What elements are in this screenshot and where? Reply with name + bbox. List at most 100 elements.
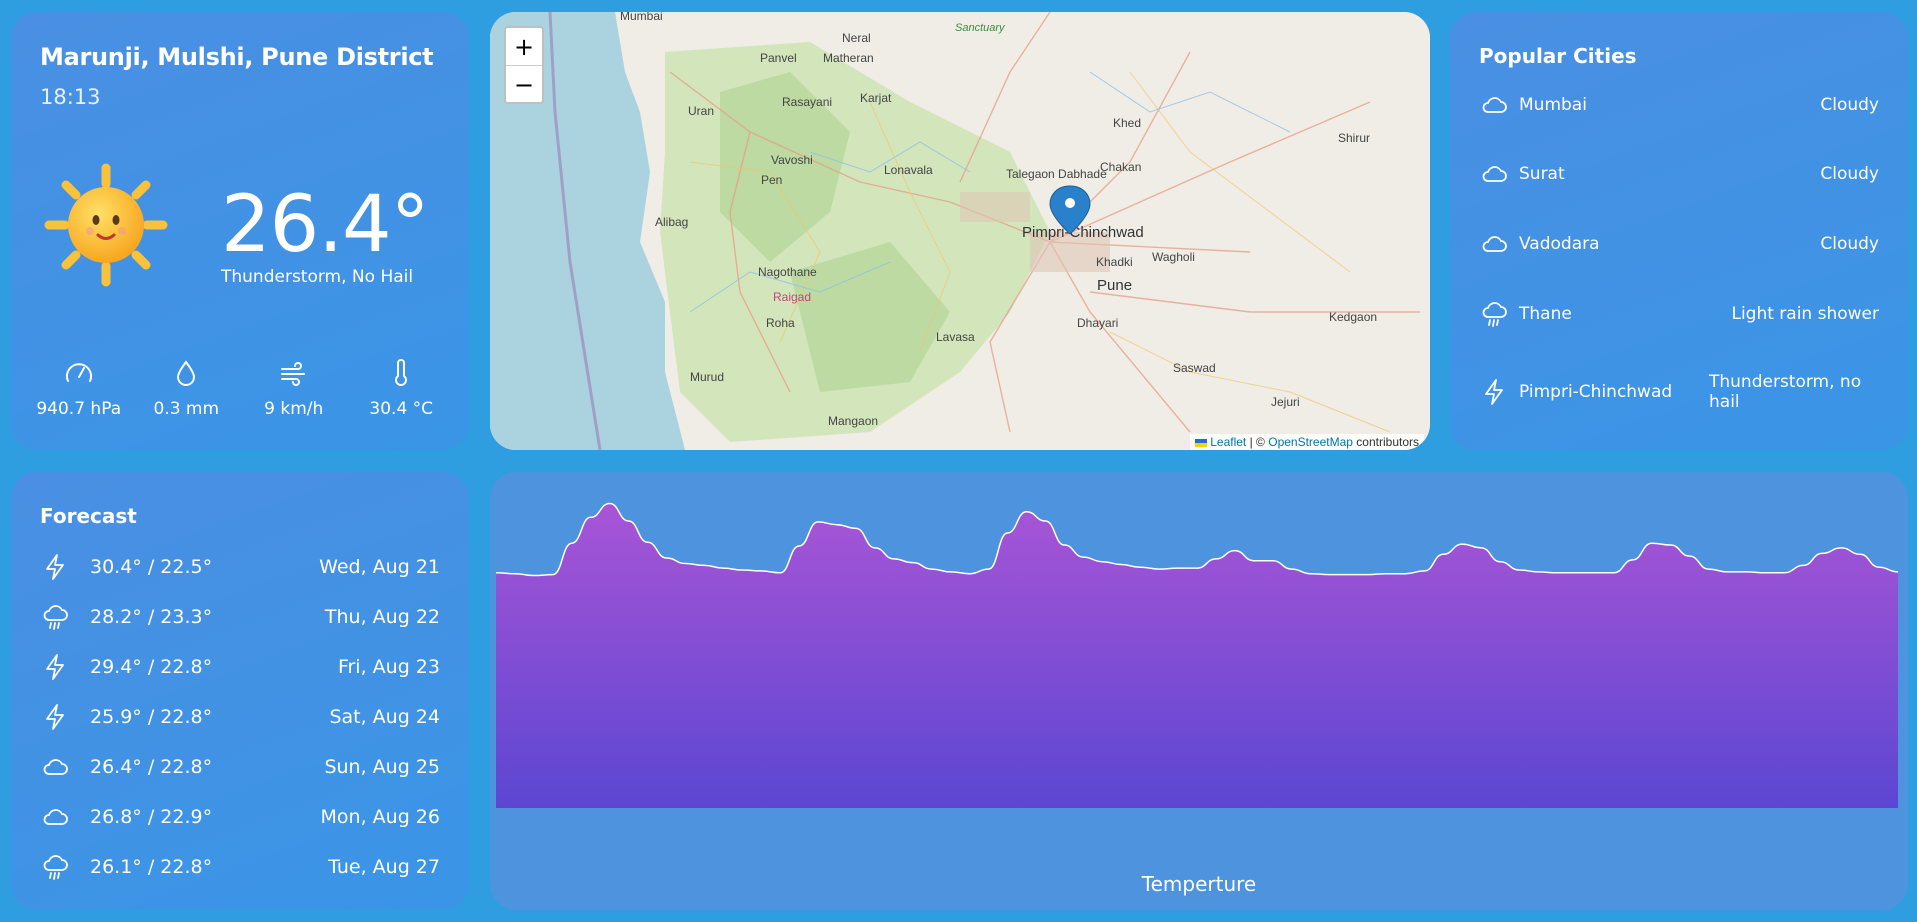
forecast-temps: 25.9° / 22.8° bbox=[90, 706, 213, 728]
forecast-temps: 28.2° / 23.3° bbox=[90, 606, 213, 628]
map-label: Murud bbox=[690, 370, 724, 384]
zoom-in-button[interactable]: + bbox=[506, 28, 542, 66]
forecast-row: 26.4° / 22.8° Sun, Aug 25 bbox=[40, 752, 440, 782]
city-name: Surat bbox=[1519, 164, 1565, 184]
forecast-date: Mon, Aug 26 bbox=[320, 806, 440, 828]
city-name: Mumbai bbox=[1519, 95, 1587, 115]
forecast-row: 26.1° / 22.8° Tue, Aug 27 bbox=[40, 852, 440, 882]
city-row-mumbai[interactable]: Mumbai Cloudy bbox=[1479, 90, 1879, 120]
forecast-temps: 30.4° / 22.5° bbox=[90, 556, 213, 578]
pressure-value: 940.7 hPa bbox=[36, 399, 122, 419]
forecast-temps: 29.4° / 22.8° bbox=[90, 656, 213, 678]
droplet-icon bbox=[177, 360, 196, 386]
forecast-date: Sun, Aug 25 bbox=[324, 756, 440, 778]
lightning-icon bbox=[46, 704, 64, 730]
forecast-date: Wed, Aug 21 bbox=[319, 556, 440, 578]
map-label: Khadki bbox=[1096, 255, 1133, 269]
location-name: Marunji, Mulshi, Pune District bbox=[40, 43, 434, 71]
pressure-gauge-icon bbox=[65, 363, 92, 382]
attribution-separator: | © bbox=[1249, 435, 1265, 449]
map-label: Vavoshi bbox=[771, 153, 813, 167]
map-label: Khed bbox=[1113, 116, 1141, 130]
forecast-temps: 26.4° / 22.8° bbox=[90, 756, 213, 778]
forecast-date: Thu, Aug 22 bbox=[324, 606, 440, 628]
city-row-surat[interactable]: Surat Cloudy bbox=[1479, 159, 1879, 189]
map-label: Pune bbox=[1097, 277, 1132, 294]
cloud-icon bbox=[1482, 97, 1507, 113]
forecast-row: 28.2° / 23.3° Thu, Aug 22 bbox=[40, 602, 440, 632]
lightning-icon bbox=[46, 654, 64, 680]
lightning-icon bbox=[46, 554, 64, 580]
map-label: Shirur bbox=[1338, 131, 1370, 145]
chart-title: Temperture bbox=[1141, 872, 1257, 896]
popular-cities-card: Popular Cities Mumbai Cloudy Surat Cloud… bbox=[1450, 12, 1908, 450]
feels-like-stat: 30.4 °C bbox=[351, 357, 451, 419]
city-name: Vadodara bbox=[1519, 234, 1600, 254]
cloud-icon bbox=[1482, 236, 1507, 252]
forecast-temps: 26.8° / 22.9° bbox=[90, 806, 213, 828]
map-label: Talegaon Dabhade bbox=[1006, 167, 1107, 181]
rain-cloud-icon bbox=[43, 605, 68, 630]
attribution-contributors: contributors bbox=[1356, 435, 1419, 449]
map-attribution: Leaflet | © OpenStreetMap contributors bbox=[1189, 434, 1424, 450]
ukraine-flag-icon bbox=[1194, 438, 1207, 447]
map-panel[interactable]: Mumbai Panvel Matheran Neral Uran Rasaya… bbox=[490, 12, 1430, 450]
map-label: Neral bbox=[842, 31, 871, 45]
city-condition: Cloudy bbox=[1820, 234, 1879, 254]
city-row-thane[interactable]: Thane Light rain shower bbox=[1479, 299, 1879, 329]
cloud-icon bbox=[43, 809, 68, 825]
sun-icon bbox=[44, 163, 168, 287]
map-label: Dhayari bbox=[1077, 316, 1118, 330]
map-tiles[interactable]: Mumbai Panvel Matheran Neral Uran Rasaya… bbox=[490, 12, 1430, 450]
forecast-date: Sat, Aug 24 bbox=[329, 706, 440, 728]
map-label: Nagothane bbox=[758, 265, 817, 279]
map-label: Pimpri-Chinchwad bbox=[1022, 224, 1144, 241]
wind-stat: 9 km/h bbox=[244, 357, 344, 419]
city-condition: Thunderstorm, no hail bbox=[1709, 372, 1862, 412]
forecast-row: 26.8° / 22.9° Mon, Aug 26 bbox=[40, 802, 440, 832]
local-time: 18:13 bbox=[40, 85, 101, 109]
map-label: Mangaon bbox=[828, 414, 878, 428]
forecast-row: 29.4° / 22.8° Fri, Aug 23 bbox=[40, 652, 440, 682]
city-condition: Light rain shower bbox=[1731, 304, 1879, 324]
pressure-stat: 940.7 hPa bbox=[29, 357, 129, 419]
lightning-icon bbox=[1485, 379, 1503, 405]
map-label: Lavasa bbox=[936, 330, 975, 344]
forecast-temps: 26.1° / 22.8° bbox=[90, 856, 213, 878]
map-label: Mumbai bbox=[620, 12, 663, 23]
forecast-title: Forecast bbox=[40, 504, 137, 528]
leaflet-link[interactable]: Leaflet bbox=[1210, 435, 1246, 449]
temperature-area bbox=[496, 503, 1898, 808]
city-row-vadodara[interactable]: Vadodara Cloudy bbox=[1479, 229, 1879, 259]
city-condition: Cloudy bbox=[1820, 164, 1879, 184]
feels-like-value: 30.4 °C bbox=[369, 399, 434, 419]
map-label: Uran bbox=[688, 104, 714, 118]
popular-cities-title: Popular Cities bbox=[1479, 44, 1637, 68]
city-row-pimpri-chinchwad[interactable]: Pimpri-Chinchwad Thunderstorm, no hail bbox=[1479, 372, 1879, 412]
current-condition: Thunderstorm, No Hail bbox=[221, 267, 414, 287]
map-label: Wagholi bbox=[1152, 250, 1195, 264]
map-label: Raigad bbox=[773, 290, 811, 304]
forecast-row: 30.4° / 22.5° Wed, Aug 21 bbox=[40, 552, 440, 582]
map-label: Jejuri bbox=[1271, 395, 1300, 409]
city-condition: Cloudy bbox=[1820, 95, 1879, 115]
cloud-icon bbox=[43, 759, 68, 775]
current-temperature: 26.4° bbox=[221, 180, 430, 270]
map-label: Matheran bbox=[823, 51, 874, 65]
map-label: Rasayani bbox=[782, 95, 832, 109]
thermometer-icon bbox=[395, 359, 408, 386]
forecast-date: Fri, Aug 23 bbox=[337, 656, 440, 678]
precipitation-stat: 0.3 mm bbox=[136, 357, 236, 419]
current-weather-card: Marunji, Mulshi, Pune District 18:13 26.… bbox=[11, 12, 469, 450]
wind-value: 9 km/h bbox=[264, 399, 324, 419]
zoom-out-button[interactable]: − bbox=[506, 66, 542, 103]
rain-cloud-icon bbox=[43, 855, 68, 880]
city-name: Pimpri-Chinchwad bbox=[1519, 382, 1673, 402]
map-label: Sanctuary bbox=[955, 22, 1006, 34]
precipitation-value: 0.3 mm bbox=[153, 399, 220, 419]
map-label: Karjat bbox=[860, 91, 892, 105]
temperature-chart-card: Temperture bbox=[490, 472, 1908, 910]
temperature-chart bbox=[495, 502, 1899, 808]
osm-link[interactable]: OpenStreetMap bbox=[1268, 435, 1353, 449]
wind-icon bbox=[280, 362, 305, 386]
